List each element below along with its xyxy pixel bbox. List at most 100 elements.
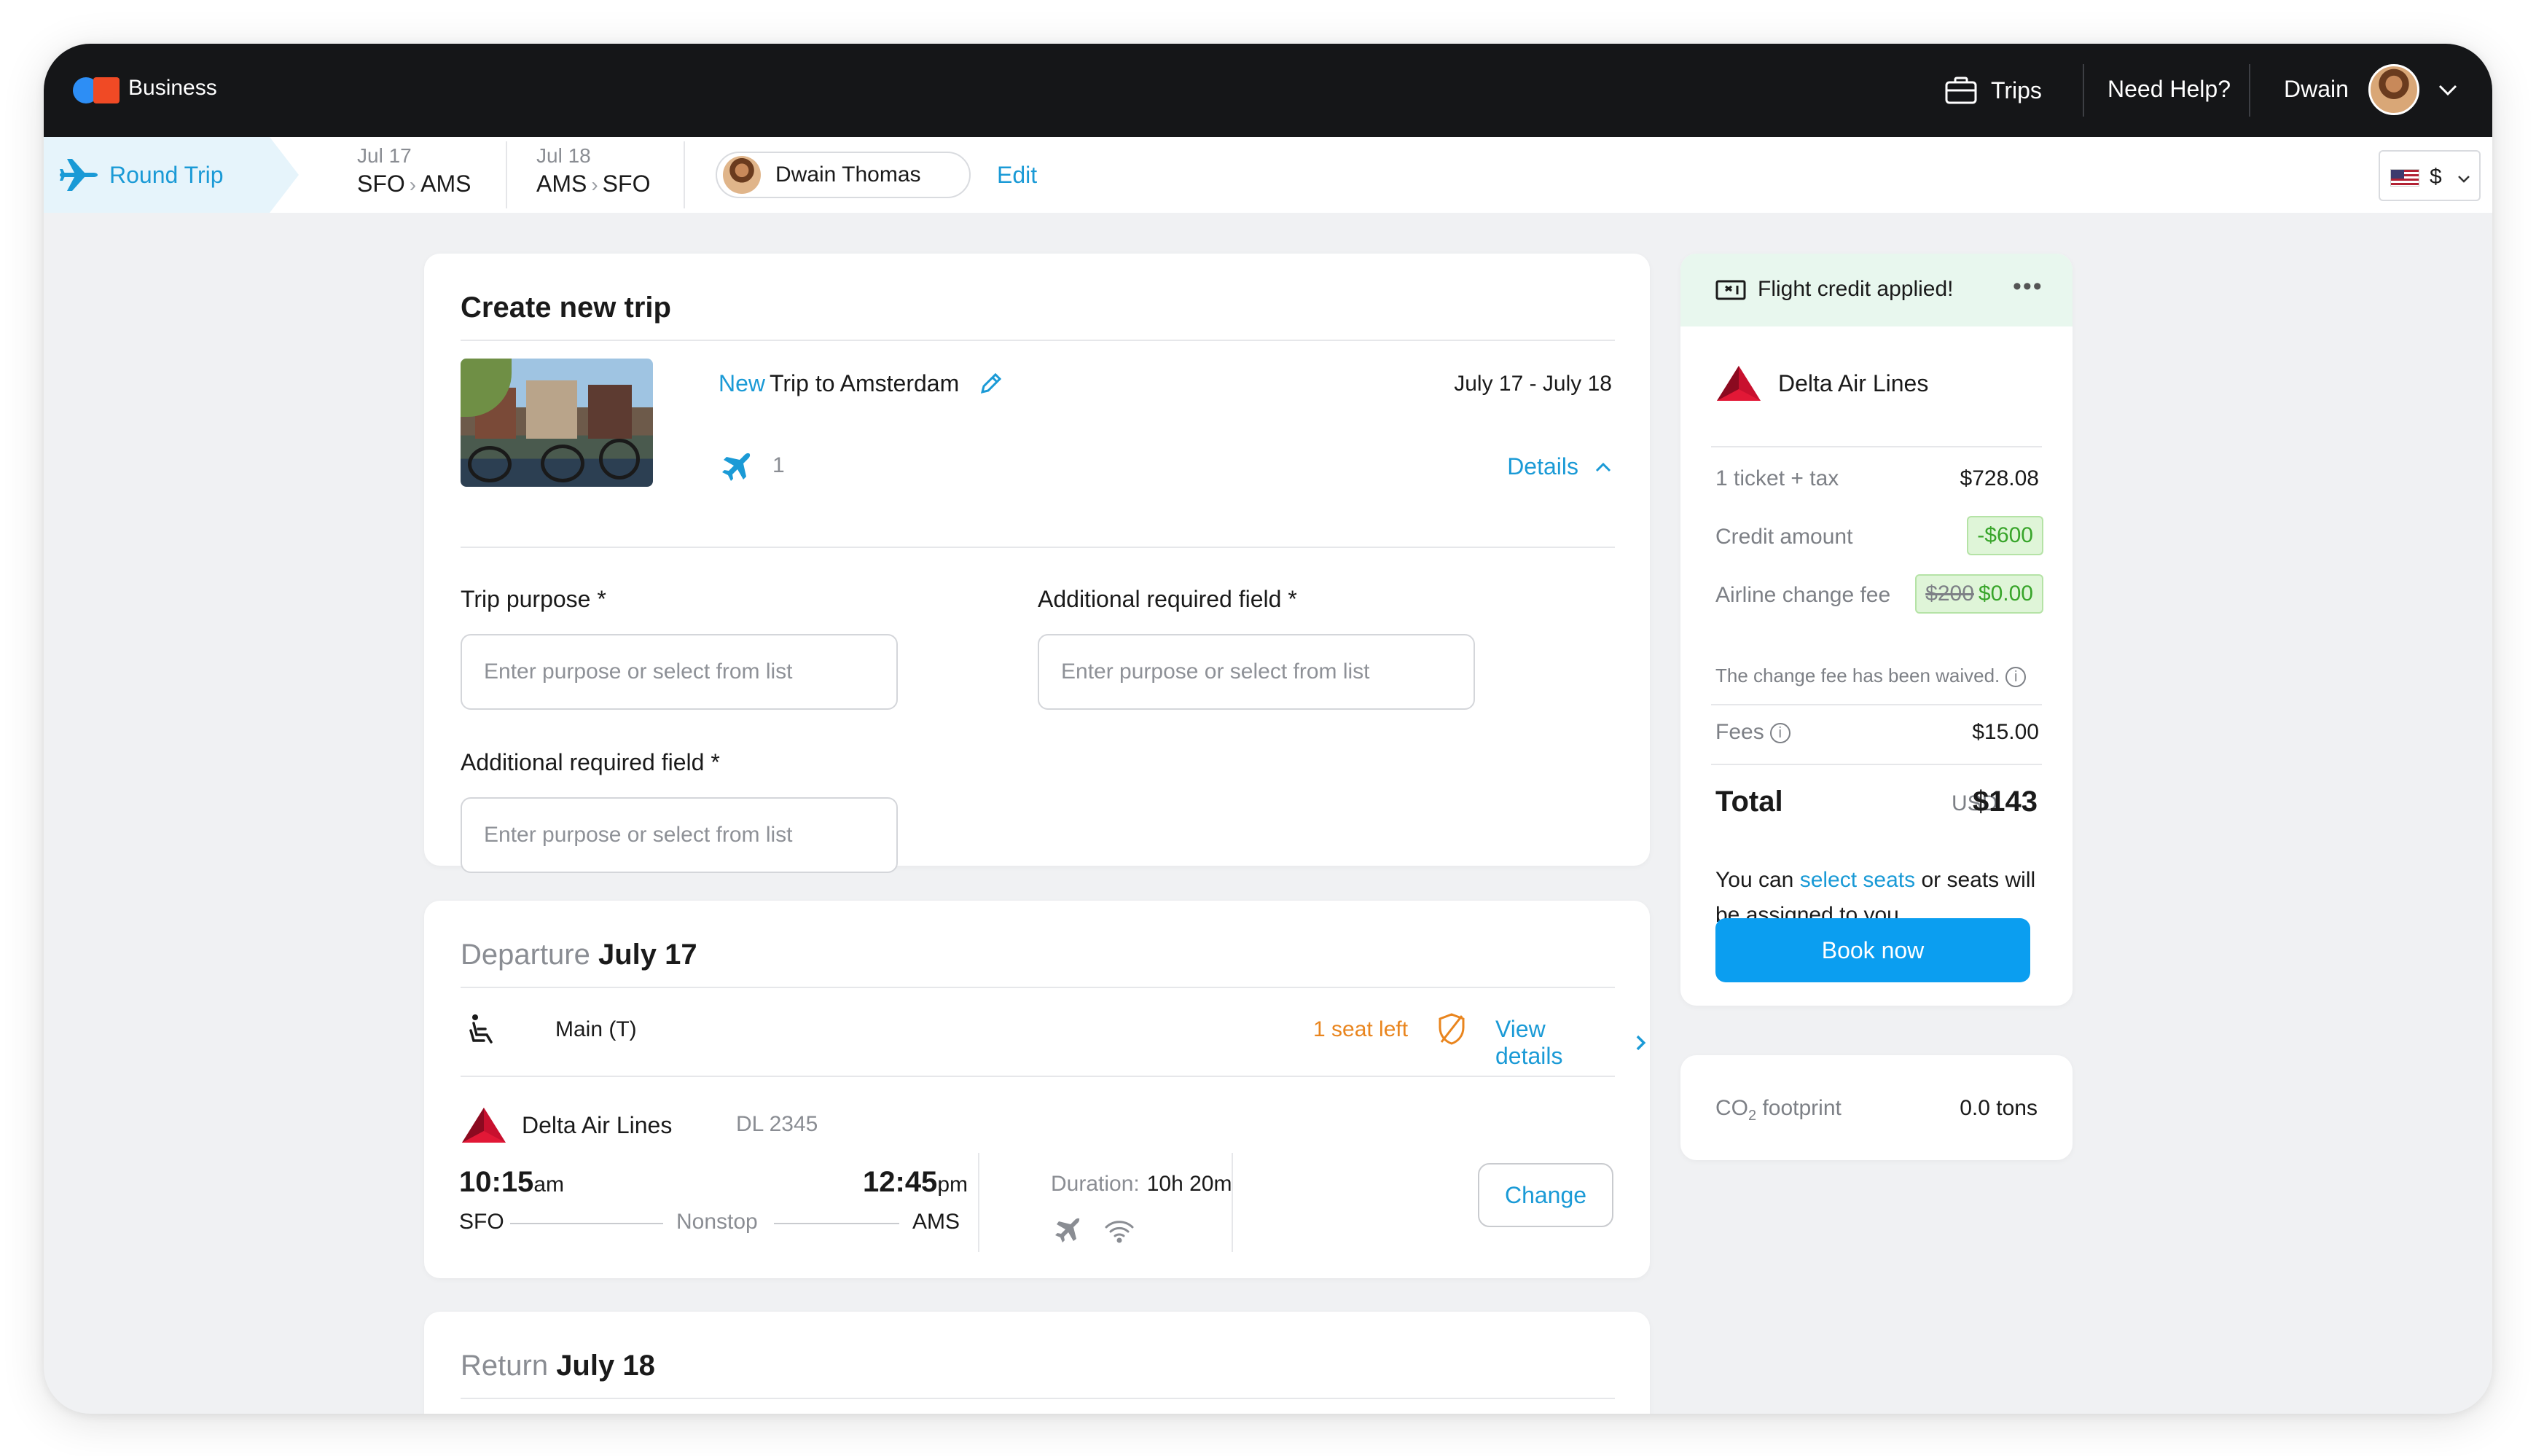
additional-field-label: Additional required field * <box>461 749 720 775</box>
aircraft-icon <box>1055 1218 1080 1242</box>
price-summary-panel: Flight credit applied! ••• Delta Air Lin… <box>1680 254 2073 1006</box>
change-fee-waived-note: The change fee has been waived. i <box>1715 665 2027 688</box>
divider <box>1232 1153 1233 1252</box>
trip-summary-bar: Round Trip Jul 17 SFO › AMS Jul 18 AMS › SFO… <box>44 137 2492 213</box>
divider <box>1711 704 2042 705</box>
view-details-link[interactable]: View details <box>1495 1016 1650 1070</box>
co2-footprint-card: CO2 footprint 0.0 tons <box>1680 1055 2073 1160</box>
traveler-avatar <box>723 156 761 194</box>
trips-label: Trips <box>1991 77 2042 103</box>
ticket-icon <box>1715 280 1746 300</box>
chevron-down-icon[interactable] <box>2435 77 2460 102</box>
chevron-up-icon <box>1595 462 1611 471</box>
trip-dates: July 17 - July 18 <box>1454 372 1612 396</box>
leg-divider <box>684 141 685 208</box>
trip-name: New Trip to Amsterdam <box>719 370 959 397</box>
trip-name-text: Trip to Amsterdam <box>770 370 960 396</box>
trips-nav-link[interactable]: Trips <box>1944 73 2042 108</box>
book-now-button[interactable]: Book now <box>1715 918 2030 982</box>
help-link[interactable]: Need Help? <box>2108 76 2231 103</box>
change-flight-button[interactable]: Change <box>1478 1163 1613 1227</box>
briefcase-icon <box>1945 77 1977 104</box>
divider <box>1711 764 2042 765</box>
leg-outbound[interactable]: Jul 17 SFO › AMS <box>357 144 471 197</box>
shield-off-icon <box>1439 1013 1465 1045</box>
brand-name: Business <box>128 76 217 100</box>
trip-type-label: Round Trip <box>109 162 224 188</box>
trip-purpose-input[interactable] <box>461 634 898 710</box>
app-window: Business Trips Need Help? Dwain Round Tr… <box>44 44 2492 1414</box>
additional-field-input[interactable] <box>1038 634 1475 710</box>
additional-field-label: Additional required field * <box>1038 586 1297 612</box>
leg-route: SFO › AMS <box>357 171 471 197</box>
cabin-class: Main (T) <box>555 1017 637 1041</box>
flight-duration: Duration: 10h 20m <box>1051 1172 1232 1196</box>
delta-logo-icon <box>462 1108 506 1143</box>
edit-trip-link[interactable]: Edit <box>997 162 1037 189</box>
trip-destination-image <box>461 359 653 487</box>
us-flag-icon <box>2390 169 2419 187</box>
change-fee-row: Airline change fee $200 $0.00 <box>1715 574 2043 614</box>
nav-divider <box>2083 64 2084 117</box>
brand-logo-icon[interactable] <box>73 77 120 103</box>
airline-name: Delta Air Lines <box>1778 370 1929 396</box>
credit-amount-row: Credit amount -$600 <box>1715 516 2043 555</box>
locale-currency-select[interactable]: $ <box>2379 150 2481 201</box>
flight-icon <box>722 453 751 481</box>
stops-label: Nonstop <box>676 1210 758 1234</box>
details-toggle[interactable]: Details <box>1507 453 1613 480</box>
flight-number: DL 2345 <box>736 1112 818 1136</box>
co2-label: CO2 footprint <box>1715 1096 1842 1124</box>
additional-field-input[interactable] <box>461 797 898 873</box>
departure-heading: Departure July 17 <box>461 939 697 971</box>
wifi-icon <box>1105 1221 1134 1243</box>
ticket-price-row: 1 ticket + tax $728.08 <box>1715 466 2039 490</box>
top-navigation-bar: Business Trips Need Help? Dwain <box>44 44 2492 137</box>
leg-return[interactable]: Jul 18 AMS › SFO <box>536 144 650 197</box>
seats-left-badge: 1 seat left <box>1313 1017 1409 1041</box>
route-line <box>510 1223 663 1224</box>
new-tag: New <box>719 370 766 396</box>
select-seats-link[interactable]: select seats <box>1800 868 1915 892</box>
destination-airport: AMS <box>912 1210 960 1234</box>
divider <box>461 1076 1615 1077</box>
currency-symbol: $ <box>2430 165 2442 189</box>
arrival-time: 12:45pm <box>863 1166 968 1198</box>
traveler-chip[interactable]: Dwain Thomas <box>716 152 971 198</box>
card-title: Create new trip <box>461 291 671 324</box>
divider <box>978 1153 979 1252</box>
user-name[interactable]: Dwain <box>2284 76 2349 103</box>
pencil-icon[interactable] <box>978 370 1004 396</box>
departure-time: 10:15am <box>459 1166 564 1198</box>
origin-airport: SFO <box>459 1210 504 1234</box>
divider <box>461 547 1615 548</box>
chevron-right-icon <box>1636 1035 1646 1051</box>
credit-amount-badge: -$600 <box>1967 516 2043 555</box>
user-avatar[interactable] <box>2368 64 2419 115</box>
divider <box>1711 446 2042 447</box>
divider <box>461 340 1615 341</box>
credit-banner-text: Flight credit applied! <box>1758 277 1954 301</box>
create-trip-card: Create new trip New Trip to Amsterdam Jul… <box>424 254 1650 873</box>
chevron-down-icon <box>2458 176 2470 183</box>
traveler-name: Dwain Thomas <box>775 163 921 187</box>
return-flight-card: Return July 18 <box>424 1312 1650 1414</box>
details-label: Details <box>1507 453 1578 480</box>
total-label: Total <box>1715 786 1783 818</box>
seat-icon <box>469 1014 493 1044</box>
info-icon[interactable]: i <box>1769 723 1791 744</box>
view-details-label: View details <box>1495 1016 1563 1069</box>
fees-row: Fees i $15.00 <box>1715 720 2039 744</box>
trip-purpose-label: Trip purpose * <box>461 586 606 612</box>
return-heading: Return July 18 <box>461 1350 655 1382</box>
delta-logo-icon <box>1717 366 1761 401</box>
more-options-icon[interactable]: ••• <box>2013 273 2043 301</box>
info-icon[interactable]: i <box>2005 667 2027 688</box>
leg-date: Jul 18 <box>536 144 591 167</box>
airline-name: Delta Air Lines <box>522 1112 673 1138</box>
trip-type-tab[interactable]: Round Trip <box>44 137 299 213</box>
flight-count: 1 <box>772 453 785 477</box>
nav-divider <box>2249 64 2250 117</box>
co2-value: 0.0 tons <box>1960 1096 2038 1120</box>
divider <box>461 1398 1615 1399</box>
